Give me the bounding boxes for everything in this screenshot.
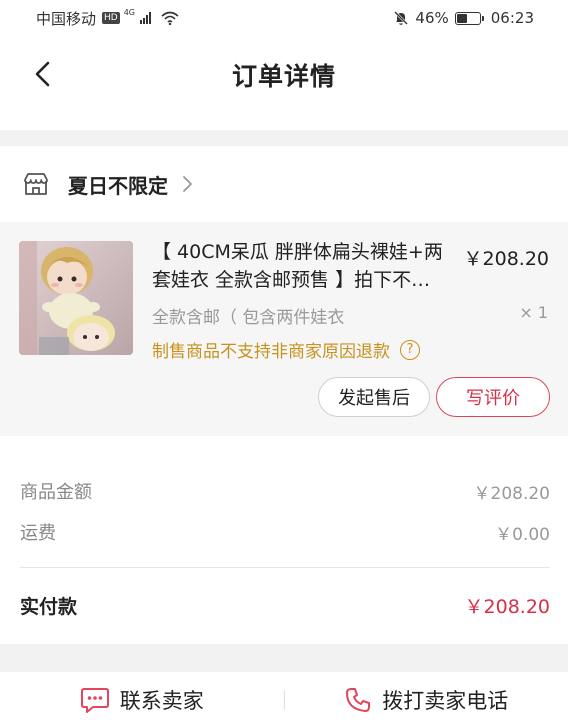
product-quantity: × 1: [519, 303, 548, 322]
chevron-left-icon: [35, 61, 50, 87]
shipping-value: ￥0.00: [495, 524, 550, 545]
clock: 06:23: [490, 9, 534, 27]
nav-bar: 订单详情: [0, 36, 568, 114]
refund-notice: 制售商品不支持非商家原因退款 ?: [152, 337, 420, 362]
goods-amount-value: ￥208.20: [473, 483, 550, 504]
phone-icon: [346, 688, 371, 712]
paid-amount-value: ￥208.20: [464, 596, 550, 618]
section-divider: [0, 436, 568, 456]
battery-percent: 46%: [415, 9, 449, 27]
contact-seller-button[interactable]: 联系卖家: [0, 672, 284, 728]
mute-bell-icon: [394, 11, 409, 25]
hd-badge: HD: [102, 12, 120, 24]
product-card[interactable]: 【 40CM呆瓜 胖胖体扁头裸娃+两套娃衣 全款含邮预售 】拍下不… ￥208.…: [0, 222, 568, 436]
battery-icon: [454, 11, 484, 25]
store-icon: [24, 173, 48, 195]
after-sale-button[interactable]: 发起售后: [318, 377, 430, 417]
shop-name: 夏日不限定: [68, 173, 168, 198]
chevron-right-icon: [183, 176, 192, 192]
doll-photo: [19, 241, 133, 355]
signal-icon: [140, 12, 152, 24]
shop-header[interactable]: 夏日不限定: [0, 146, 568, 222]
product-title[interactable]: 【 40CM呆瓜 胖胖体扁头裸娃+两套娃衣 全款含邮预售 】拍下不…: [152, 238, 452, 294]
page-title: 订单详情: [231, 62, 336, 91]
product-spec: 全款含邮（ 包含两件娃衣: [152, 308, 345, 328]
contact-seller-label: 联系卖家: [119, 689, 204, 713]
shipping-row: 运费 ￥0.00: [20, 519, 550, 545]
help-icon[interactable]: ?: [400, 339, 420, 360]
goods-amount-row: 商品金额 ￥208.20: [20, 478, 550, 504]
carrier-label: 中国移动: [36, 9, 97, 28]
battery-fill: [456, 13, 467, 23]
write-review-button[interactable]: 写评价: [436, 377, 550, 417]
call-seller-button[interactable]: 拨打卖家电话: [285, 672, 568, 728]
wifi-icon: [161, 11, 179, 25]
paid-amount-row: 实付款 ￥208.20: [20, 592, 550, 619]
product-price: ￥208.20: [463, 248, 549, 270]
back-button[interactable]: [22, 54, 62, 94]
refund-notice-text: 制售商品不支持非商家原因退款: [152, 342, 390, 362]
section-divider: [0, 644, 568, 672]
paid-amount-label: 实付款: [20, 596, 78, 618]
section-divider: [0, 130, 568, 146]
bottom-action-bar: 联系卖家 拨打卖家电话: [0, 672, 568, 728]
call-seller-label: 拨打卖家电话: [382, 689, 509, 713]
order-totals: 商品金额 ￥208.20 运费 ￥0.00 实付款 ￥208.20: [0, 456, 568, 644]
status-bar: 中国移动 HD 4G 46% 06:23: [0, 0, 568, 36]
shipping-label: 运费: [20, 523, 56, 544]
status-left: 中国移动 HD 4G: [36, 8, 179, 29]
chat-bubble-icon: [80, 688, 109, 713]
product-image[interactable]: [19, 241, 133, 355]
network-label: 4G: [123, 7, 136, 17]
goods-amount-label: 商品金额: [20, 482, 92, 503]
status-right: 46% 06:23: [393, 9, 534, 27]
totals-divider: [20, 567, 550, 568]
